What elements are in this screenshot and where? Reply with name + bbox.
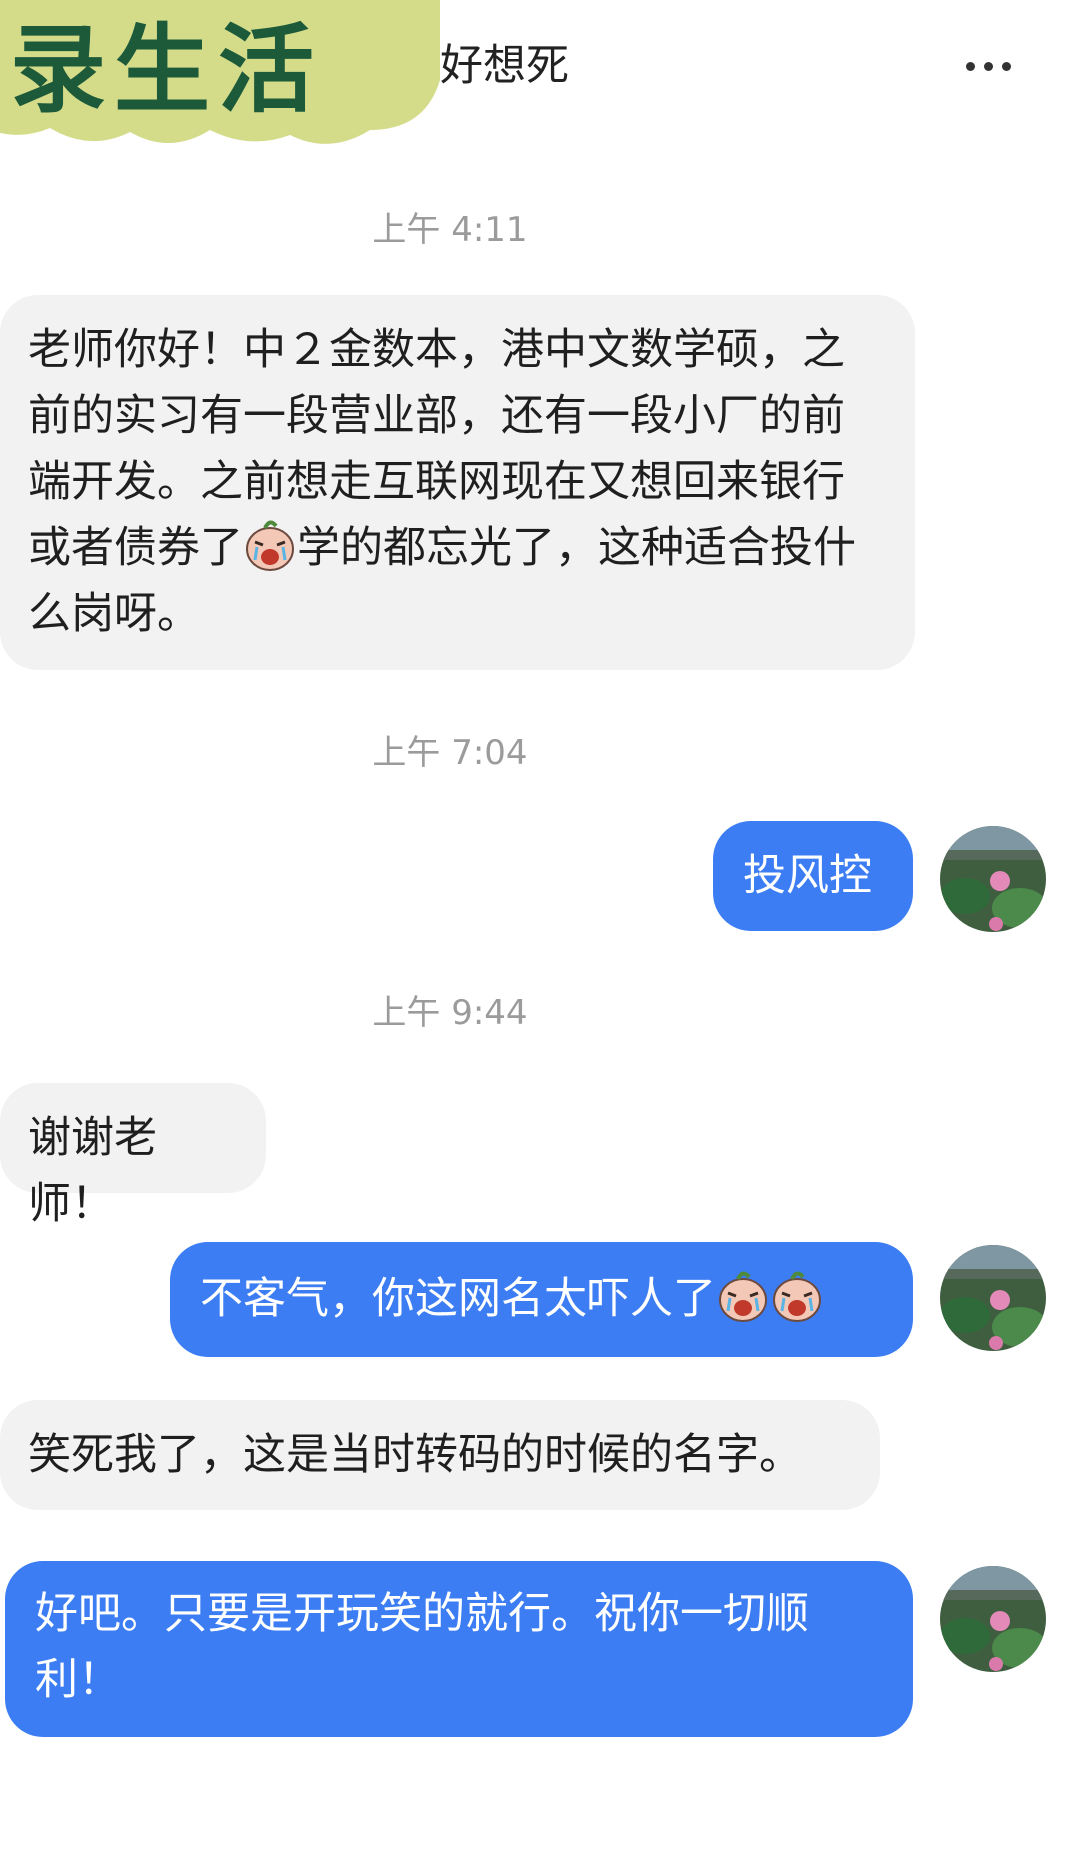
user-avatar[interactable] [940,1245,1046,1351]
more-horizontal-icon [966,62,975,71]
timestamp: 上午 4:11 [372,210,528,250]
message-text: 不客气，你这网名太吓人了 [200,1274,716,1324]
crying-face-icon [773,1271,821,1322]
outgoing-message-bubble[interactable]: 好吧。只要是开玩笑的就行。祝你一切顺利！ [5,1561,913,1737]
user-avatar[interactable] [940,1566,1046,1672]
message-text: 笑死我了，这是当时转码的时候的名字。 [28,1430,802,1480]
more-options-button[interactable] [960,45,1020,85]
chat-header: 录生活 好想死 [0,0,1080,150]
incoming-message-bubble[interactable]: 谢谢老师！ [0,1083,266,1229]
message-text: 投风控 [743,851,872,901]
outgoing-message-bubble[interactable]: 不客气，你这网名太吓人了 [170,1242,913,1357]
crying-face-icon [246,520,294,571]
timestamp: 上午 7:04 [372,733,528,773]
contact-name[interactable]: 好想死 [440,40,569,92]
crying-face-icon [719,1271,767,1322]
user-avatar[interactable] [940,826,1046,932]
message-text: 好吧。只要是开玩笑的就行。祝你一切顺利！ [35,1589,809,1705]
outgoing-message-bubble[interactable]: 投风控 [713,821,913,931]
incoming-message-bubble[interactable]: 笑死我了，这是当时转码的时候的名字。 [0,1400,880,1510]
incoming-message-bubble[interactable]: 老师你好！中２金数本，港中文数学硕，之前的实习有一段营业部，还有一段小厂的前端开… [0,295,915,670]
message-text: 谢谢老师！ [28,1113,157,1229]
banner-text: 录生活 [10,14,322,126]
timestamp: 上午 9:44 [372,993,528,1033]
